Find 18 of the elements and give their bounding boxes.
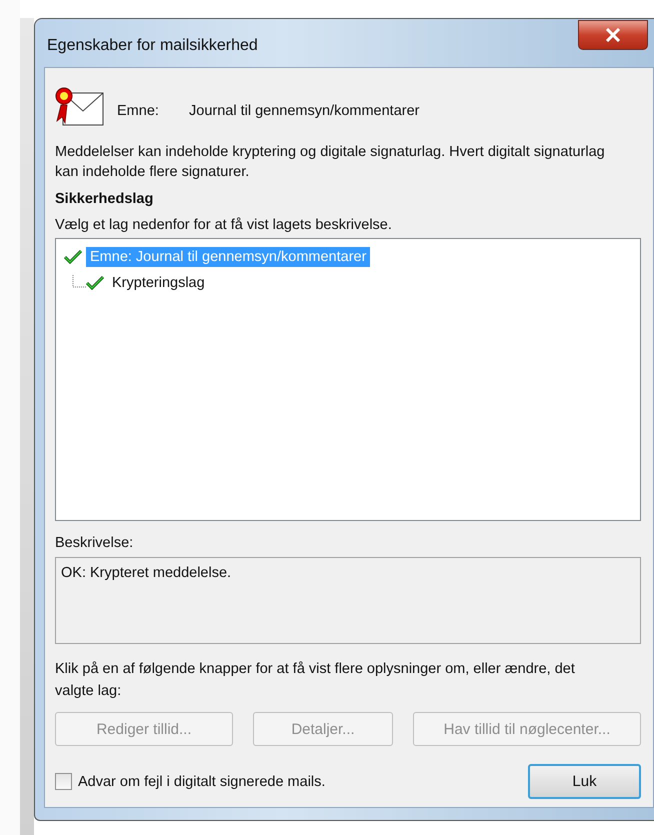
check-icon bbox=[86, 276, 104, 290]
tree-item[interactable]: Krypteringslag bbox=[108, 273, 209, 293]
checkbox[interactable] bbox=[55, 773, 72, 790]
checkbox-label: Advar om fejl i digitalt signerede mails. bbox=[78, 774, 326, 790]
subject-value: Journal til gennemsyn/kommentarer bbox=[189, 103, 420, 119]
subject-label: Emne: bbox=[117, 103, 160, 119]
close-icon bbox=[605, 28, 621, 42]
close-button[interactable] bbox=[578, 20, 648, 50]
actions-hint: Klik på en af følgende knapper for at få vist flere oplysninger om, eller ændre, det valgte lag: bbox=[55, 660, 576, 701]
close-dialog-button[interactable]: Luk bbox=[528, 764, 641, 799]
section-heading: Sikkerhedslag bbox=[55, 190, 154, 209]
tree-item[interactable]: Emne: Journal til gennemsyn/kommentarer bbox=[86, 247, 370, 267]
intro-text: Meddelelser kan indeholde kryptering og digitale signaturlag. Hvert digitalt signaturlag kan indeholde flere signaturer. bbox=[55, 143, 606, 182]
hint-text: Vælg et lag nedenfor for at få vist lagets beskrivelse. bbox=[55, 216, 393, 235]
description-text: OK: Krypteret meddelelse. bbox=[61, 565, 232, 581]
window-title: Egenskaber for mailsikkerhed bbox=[46, 36, 258, 55]
description-label: Beskrivelse: bbox=[55, 534, 134, 553]
check-icon bbox=[64, 250, 82, 264]
